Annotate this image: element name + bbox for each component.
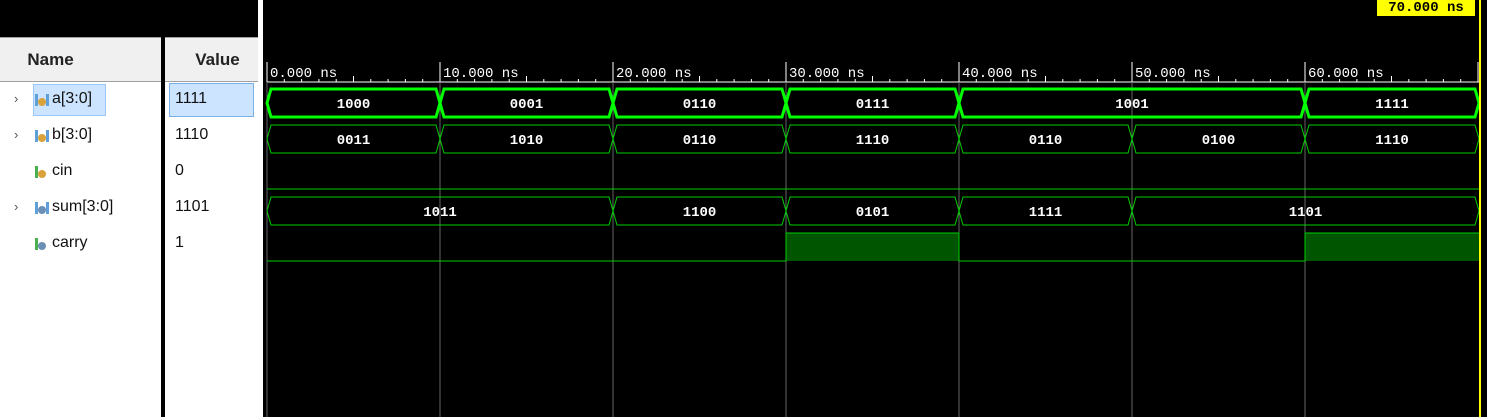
signal-value-list: 1111 1110 0 1101 1 <box>165 82 258 417</box>
bus-value-label: 1100 <box>683 205 717 221</box>
bus-value-label: 0100 <box>1202 133 1236 149</box>
signal-name-label: sum[3:0] <box>52 198 114 215</box>
bus-output-icon <box>34 200 50 216</box>
bus-value-label: 0011 <box>337 133 371 149</box>
value-row[interactable]: 0 <box>165 154 258 190</box>
expand-chevron-icon[interactable]: › <box>14 91 26 107</box>
value-header-label: Value <box>195 49 240 69</box>
ruler-tick-label: 0.000 ns <box>270 66 337 82</box>
value-row[interactable]: 1111 <box>165 82 258 118</box>
ruler-tick-label: 30.000 ns <box>789 66 865 82</box>
signal-row-sum[interactable]: › sum[3:0] <box>0 190 161 226</box>
bus-input-icon <box>34 128 50 144</box>
bus-input-icon <box>34 92 50 108</box>
bus-value-label: 1111 <box>1029 205 1063 221</box>
waveform-carry[interactable] <box>267 232 1479 262</box>
waveform-b[interactable]: 0011 1010 0110 1110 0110 0100 1110 <box>266 124 1480 154</box>
signal-name-list: › a[3:0] › b[3:0] cin › sum[3:0] carry <box>0 82 161 417</box>
signal-row-a[interactable]: › a[3:0] <box>0 82 161 118</box>
cursor-time-label: 70.000 ns <box>1377 0 1475 16</box>
signal-row-b[interactable]: › b[3:0] <box>0 118 161 154</box>
bus-value-label: 0111 <box>856 97 890 113</box>
waveform-a[interactable]: 1000 0001 0110 0111 1001 1111 <box>265 87 1481 119</box>
bit-input-icon <box>34 164 50 180</box>
signal-name-label: cin <box>52 162 73 179</box>
bus-value-label: 1010 <box>510 133 544 149</box>
name-column-header[interactable]: Name <box>0 37 161 82</box>
value-row[interactable]: 1101 <box>165 190 258 226</box>
time-cursor[interactable] <box>1479 0 1481 417</box>
ruler-tick-label: 60.000 ns <box>1308 66 1384 82</box>
value-row[interactable]: 1 <box>165 226 258 262</box>
high-level-fill <box>1305 233 1479 261</box>
bus-value-label: 1110 <box>856 133 890 149</box>
signal-name-label: b[3:0] <box>52 126 93 143</box>
name-header-label: Name <box>27 49 74 69</box>
signal-name-label: carry <box>52 234 88 251</box>
waveform-svg[interactable]: 0.000 ns 10.000 ns 20.000 ns 30.000 ns 40.00… <box>263 0 1487 417</box>
expand-chevron-icon[interactable]: › <box>14 127 26 143</box>
names-toolbar-blank <box>0 0 161 37</box>
value-row[interactable]: 1110 <box>165 118 258 154</box>
waveform-canvas[interactable]: 0.000 ns 10.000 ns 20.000 ns 30.000 ns 40.00… <box>263 0 1487 417</box>
ruler-tick-label: 10.000 ns <box>443 66 519 82</box>
value-column-header[interactable]: Value <box>165 37 258 82</box>
signal-row-cin[interactable]: cin <box>0 154 161 190</box>
expand-chevron-icon[interactable]: › <box>14 199 26 215</box>
bit-output-icon <box>34 236 50 252</box>
signal-name-label: a[3:0] <box>52 90 93 107</box>
bus-value-label: 1111 <box>1375 97 1409 113</box>
bus-value-label: 1001 <box>1115 97 1149 113</box>
bus-value-label: 0110 <box>683 133 717 149</box>
bus-value-label: 1101 <box>1289 205 1323 221</box>
signal-value-label: 1111 <box>175 90 208 107</box>
bus-value-label: 0110 <box>1029 133 1063 149</box>
signal-value-label: 1101 <box>175 198 210 215</box>
bus-value-label: 0110 <box>683 97 717 113</box>
high-level-fill <box>786 233 959 261</box>
bus-value-label: 0101 <box>856 205 890 221</box>
waveform-sum[interactable]: 1011 1100 0101 1111 1101 <box>266 196 1480 226</box>
bus-value-label: 1110 <box>1375 133 1409 149</box>
values-panel: Value 1111 1110 0 1101 1 <box>165 0 258 417</box>
names-panel: Name › a[3:0] › b[3:0] cin › sum[3:0] carr… <box>0 0 161 417</box>
ruler-tick-label: 40.000 ns <box>962 66 1038 82</box>
signal-row-carry[interactable]: carry <box>0 226 161 262</box>
ruler-tick-label: 50.000 ns <box>1135 66 1211 82</box>
bus-value-label: 1011 <box>423 205 457 221</box>
signal-value-label: 1 <box>175 234 184 251</box>
ruler-tick-label: 20.000 ns <box>616 66 692 82</box>
bus-value-label: 1000 <box>337 97 371 113</box>
bus-value-label: 0001 <box>510 97 544 113</box>
signal-value-label: 1110 <box>175 126 209 143</box>
signal-value-label: 0 <box>175 162 184 179</box>
